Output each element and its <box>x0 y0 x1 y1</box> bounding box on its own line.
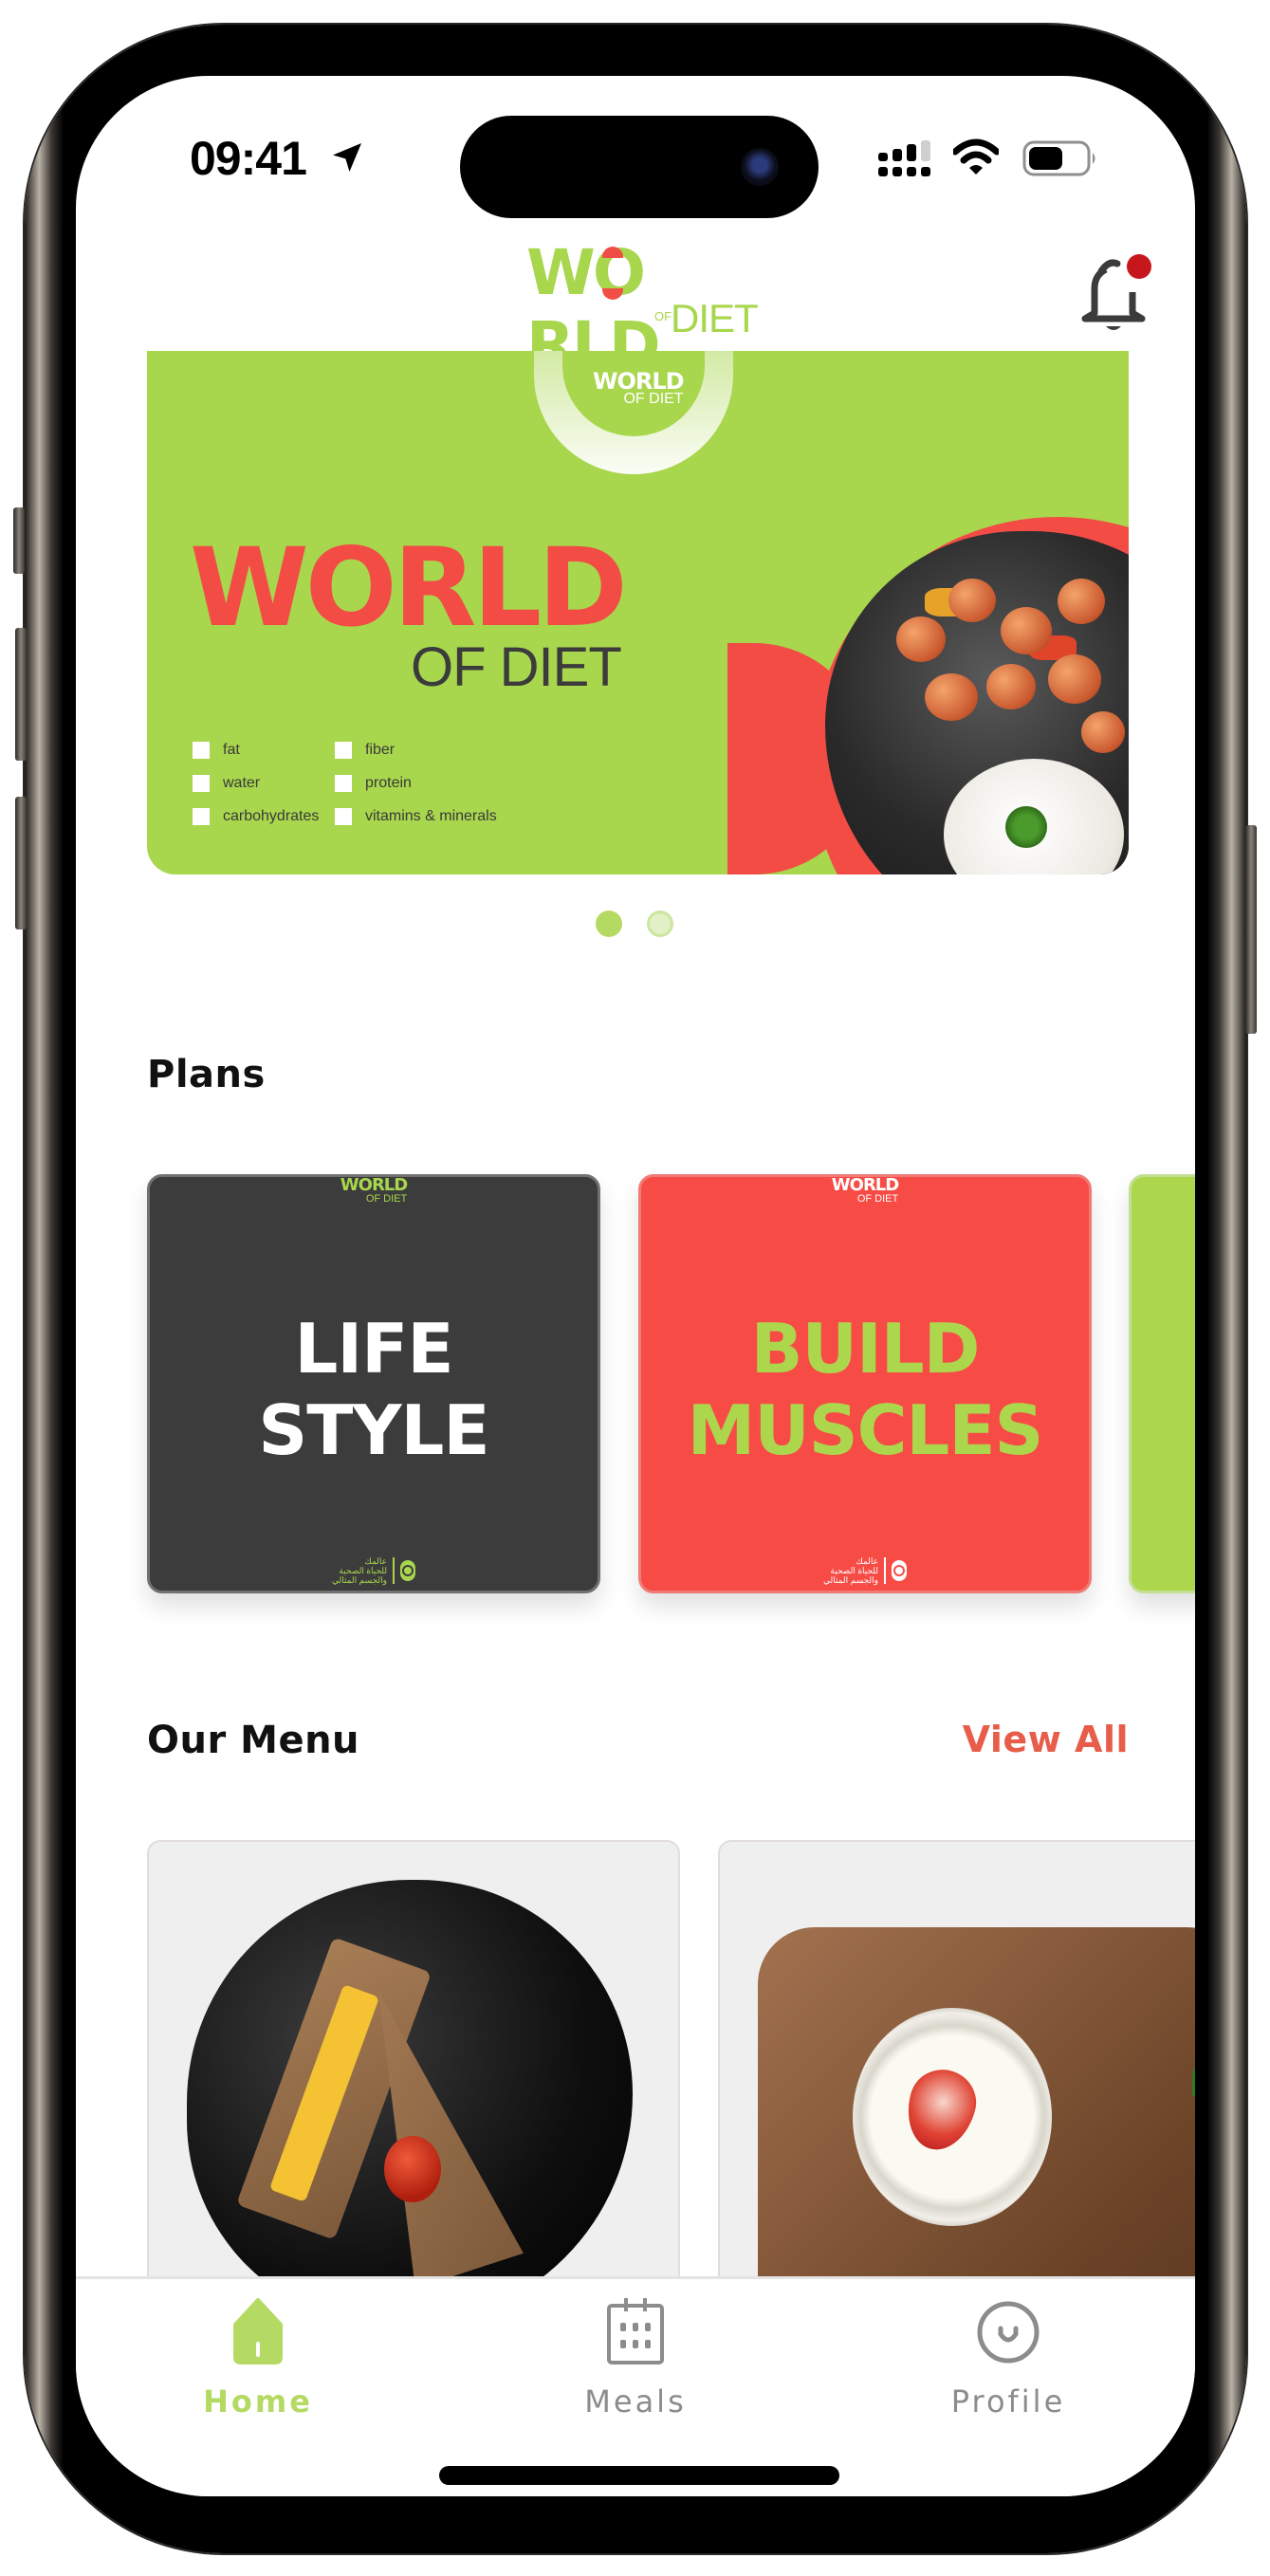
menu-heading: Our Menu <box>147 1719 360 1762</box>
app-logo: WORLD OF DIET <box>526 236 759 381</box>
carousel-pagination <box>596 911 673 937</box>
plan-card-build-muscles[interactable]: WORLD OF DIET BUILD MUSCLES عالمك للحياة… <box>638 1174 1092 1593</box>
view-all-link[interactable]: View All <box>963 1719 1129 1760</box>
checklist-item: water <box>193 775 335 792</box>
logo-diet: DIET <box>671 296 759 340</box>
plan-card-life-style[interactable]: WORLD OF DIET LIFE STYLE عالمك للحياة ال… <box>147 1174 600 1593</box>
app-screen: 09:41 WORLD OF DIET WORLD OF DIET WORLD … <box>76 76 1195 2496</box>
checklist-item: fat <box>193 742 335 759</box>
banner-title: WORLD <box>190 524 628 651</box>
carousel-dot-2[interactable] <box>647 911 673 937</box>
checklist-item: carbohydrates <box>193 808 335 825</box>
smiley-face-icon <box>977 2301 1040 2364</box>
checklist-item: vitamins & minerals <box>335 808 525 825</box>
checkbox-icon <box>193 808 210 825</box>
menu-item-card[interactable] <box>147 1840 680 2295</box>
volume-up-button <box>15 628 27 761</box>
action-button <box>13 507 25 574</box>
nutrient-checklist: fat fiber water protein carbohydrates vi… <box>193 742 525 825</box>
battery-icon <box>1022 140 1095 176</box>
tab-home[interactable]: Home <box>163 2296 353 2438</box>
bottom-tab-bar: Home Meals Profile <box>76 2276 1195 2496</box>
banner-subtitle: OF DIET <box>411 636 622 698</box>
power-button <box>1245 825 1257 1034</box>
brand-mark-icon <box>892 1560 908 1581</box>
checkbox-icon <box>335 808 352 825</box>
menu-item-card[interactable] <box>718 1840 1195 2295</box>
plans-heading: Plans <box>147 1053 266 1096</box>
home-indicator[interactable] <box>439 2466 839 2485</box>
tab-label: Meals <box>584 2383 687 2420</box>
location-arrow-icon <box>333 143 361 172</box>
signal-icon <box>878 140 930 176</box>
plan-name: LIFE STYLE <box>258 1309 489 1470</box>
plan-card-partial[interactable] <box>1129 1174 1195 1593</box>
tab-profile[interactable]: Profile <box>913 2296 1103 2438</box>
promo-banner[interactable]: WORLD OF DIET WORLD OF DIET fat fiber wa… <box>147 351 1129 874</box>
checkbox-icon <box>335 775 352 792</box>
dynamic-island <box>460 116 819 218</box>
camera-icon <box>741 148 779 186</box>
banner-mini-logo: WORLD OF DIET <box>593 368 685 407</box>
volume-down-button <box>15 797 27 929</box>
plan-card-logo: WORLD OF DIET <box>831 1175 899 1205</box>
calendar-icon <box>607 2298 664 2364</box>
checkbox-icon <box>193 742 210 759</box>
logo-of: OF <box>654 309 672 323</box>
notification-badge <box>1127 254 1151 279</box>
tab-label: Profile <box>950 2383 1066 2420</box>
home-icon <box>233 2298 283 2364</box>
checkbox-icon <box>335 742 352 759</box>
checklist-item: protein <box>335 775 525 792</box>
wifi-icon <box>953 138 999 175</box>
tab-meals[interactable]: Meals <box>541 2296 730 2438</box>
status-time: 09:41 <box>190 132 307 185</box>
carousel-dot-1[interactable] <box>596 911 622 937</box>
brand-mark-icon <box>400 1560 416 1581</box>
checkbox-icon <box>193 775 210 792</box>
plan-name: BUILD MUSCLES <box>687 1309 1044 1470</box>
checklist-item: fiber <box>335 742 525 759</box>
plan-card-footer: عالمك للحياة الصحية والجسم المثالي <box>332 1556 416 1585</box>
plan-card-footer: عالمك للحياة الصحية والجسم المثالي <box>823 1556 908 1585</box>
plan-card-logo: WORLD OF DIET <box>340 1175 408 1205</box>
tab-label: Home <box>203 2383 313 2420</box>
